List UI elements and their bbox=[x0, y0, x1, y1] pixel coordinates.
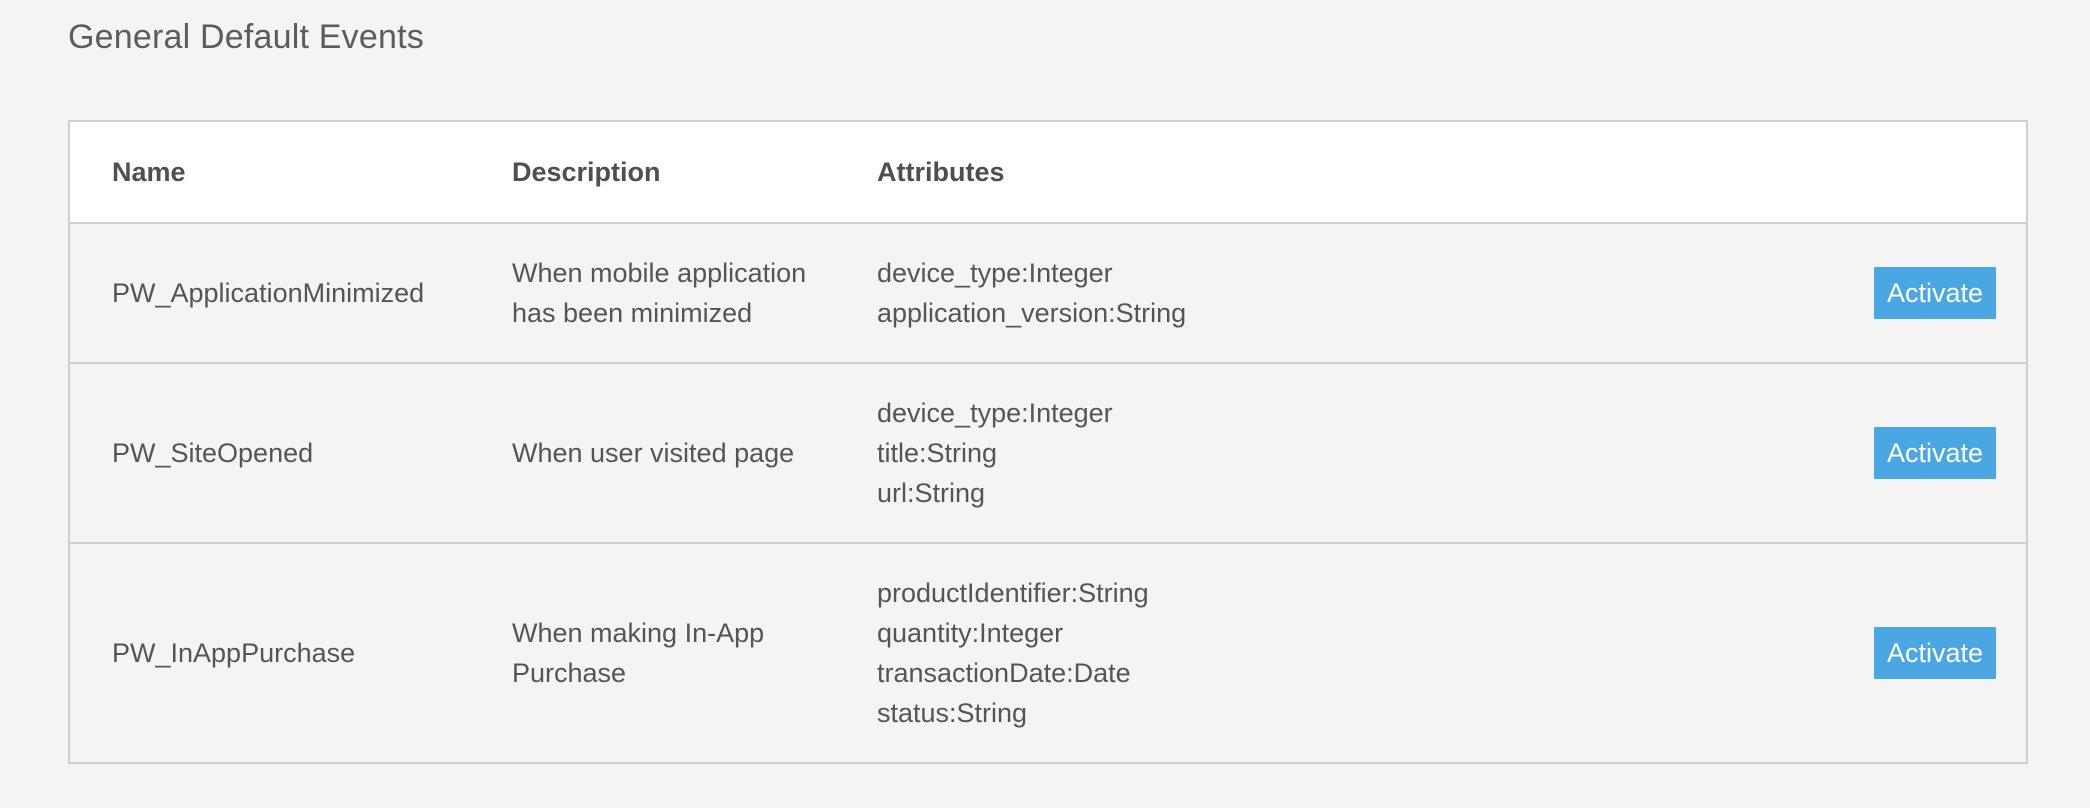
event-attributes: device_type:Integer application_version:… bbox=[877, 222, 1796, 363]
table-header-row: Name Description Attributes bbox=[69, 121, 2027, 224]
table-row: PW_ApplicationMinimized When mobile appl… bbox=[69, 222, 2027, 363]
attribute-item: status:String bbox=[877, 698, 1028, 728]
event-action-cell: Activate bbox=[1796, 542, 2027, 763]
event-description: When making In-App Purchase bbox=[512, 618, 765, 688]
attribute-item: device_type:Integer bbox=[877, 398, 1113, 428]
events-table: Name Description Attributes PW_Applicati… bbox=[68, 120, 2028, 764]
events-page: General Default Events Name Description … bbox=[0, 0, 2090, 808]
event-attributes: device_type:Integer title:String url:Str… bbox=[877, 362, 1796, 543]
attribute-item: url:String bbox=[877, 478, 986, 508]
attribute-item: productIdentifier:String bbox=[877, 578, 1149, 608]
event-action-cell: Activate bbox=[1796, 362, 2027, 543]
attribute-item: application_version:String bbox=[877, 298, 1187, 328]
event-description: When mobile application has been minimiz… bbox=[512, 258, 807, 328]
activate-button[interactable]: Activate bbox=[1874, 267, 1996, 319]
event-description-cell: When mobile application has been minimiz… bbox=[512, 222, 877, 363]
event-name: PW_SiteOpened bbox=[69, 362, 512, 543]
attribute-item: quantity:Integer bbox=[877, 618, 1064, 648]
event-description-cell: When making In-App Purchase bbox=[512, 542, 877, 763]
event-description: When user visited page bbox=[512, 438, 795, 468]
column-header-attributes: Attributes bbox=[877, 121, 1796, 224]
column-header-description: Description bbox=[512, 121, 877, 224]
table-row: PW_InAppPurchase When making In-App Purc… bbox=[69, 542, 2027, 763]
event-name: PW_InAppPurchase bbox=[69, 542, 512, 763]
column-header-action bbox=[1796, 121, 2027, 224]
section-title: General Default Events bbox=[68, 18, 424, 56]
event-attributes: productIdentifier:String quantity:Intege… bbox=[877, 542, 1796, 763]
table-row: PW_SiteOpened When user visited page dev… bbox=[69, 362, 2027, 543]
column-header-name: Name bbox=[69, 121, 512, 224]
event-name: PW_ApplicationMinimized bbox=[69, 222, 512, 363]
event-action-cell: Activate bbox=[1796, 222, 2027, 363]
attribute-item: device_type:Integer bbox=[877, 258, 1113, 288]
attribute-item: title:String bbox=[877, 438, 998, 468]
event-description-cell: When user visited page bbox=[512, 362, 877, 543]
activate-button[interactable]: Activate bbox=[1874, 627, 1996, 679]
activate-button[interactable]: Activate bbox=[1874, 427, 1996, 479]
attribute-item: transactionDate:Date bbox=[877, 658, 1131, 688]
